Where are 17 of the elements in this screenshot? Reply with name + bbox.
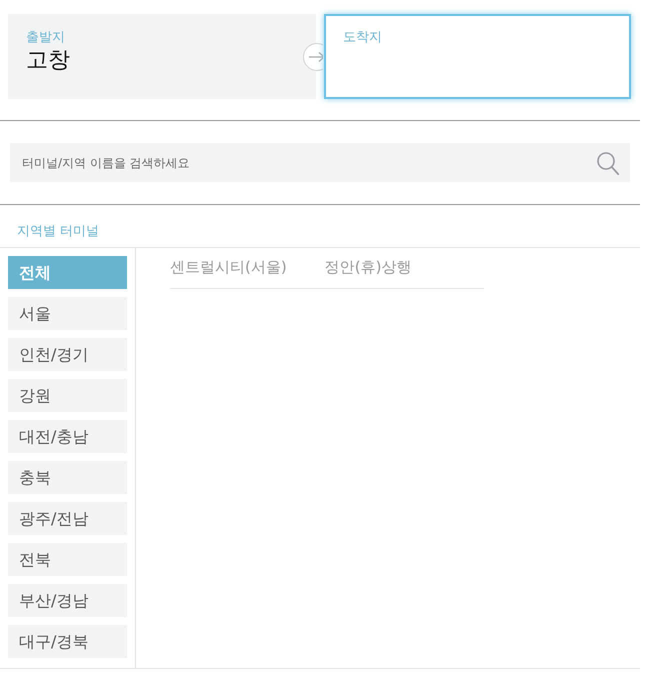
region-tab[interactable]: 부산/경남	[8, 584, 127, 617]
search-icon[interactable]	[597, 152, 619, 175]
departure-field[interactable]: 출발지 고창	[8, 14, 316, 99]
region-tab[interactable]: 전북	[8, 543, 127, 576]
departure-value: 고창	[26, 48, 70, 74]
region-tab[interactable]: 충북	[8, 461, 127, 494]
region-tab[interactable]: 대전/충남	[8, 420, 127, 453]
arrival-label: 도착지	[343, 30, 382, 46]
arrow-icon[interactable]	[303, 43, 323, 71]
region-tab[interactable]: 인천/경기	[8, 338, 127, 371]
region-tab[interactable]: 강원	[8, 379, 127, 412]
search-field[interactable]: 터미널/지역 이름을 검색하세요	[10, 143, 630, 182]
region-tab[interactable]: 서울	[8, 297, 127, 330]
region-tab[interactable]: 광주/전남	[8, 502, 127, 535]
section-title: 지역별 터미널	[17, 223, 100, 241]
departure-label: 출발지	[26, 30, 65, 46]
region-tab[interactable]: 대구/경북	[8, 625, 127, 658]
